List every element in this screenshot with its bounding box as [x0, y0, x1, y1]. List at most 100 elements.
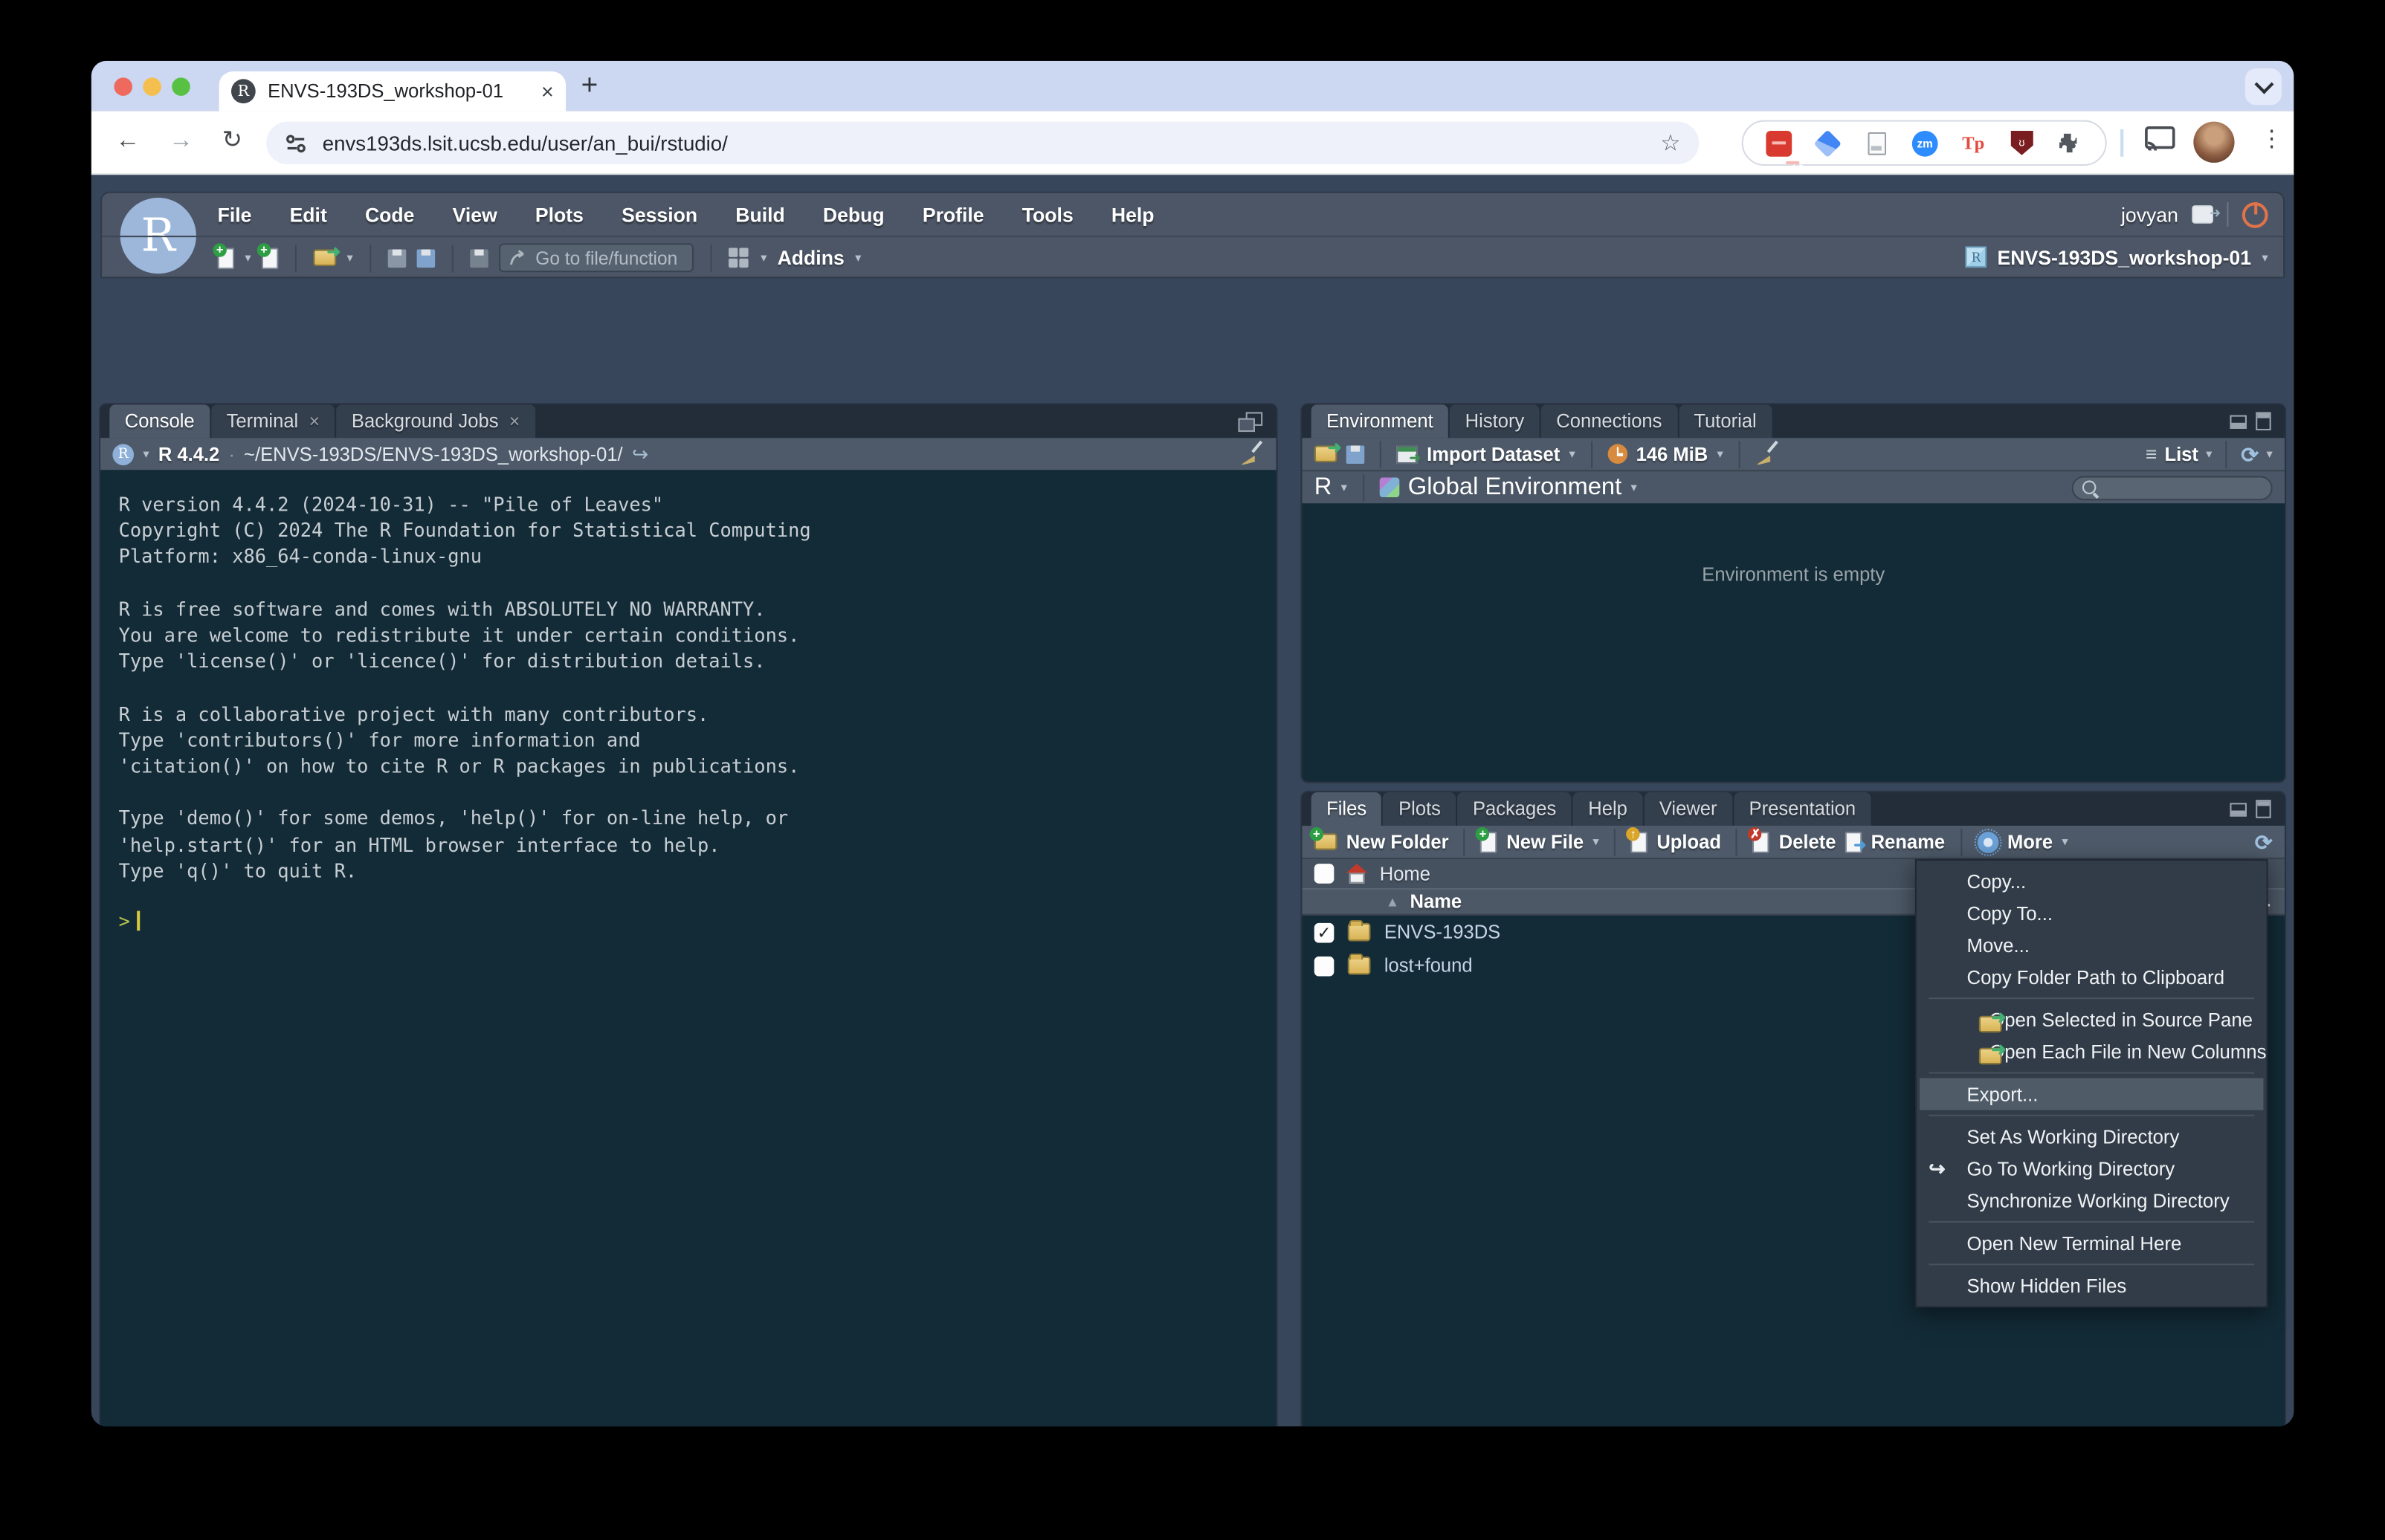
load-workspace-icon[interactable]: ➜ — [1314, 445, 1337, 462]
tab-presentation[interactable]: Presentation — [1734, 792, 1871, 826]
r-session-icon[interactable]: R — [112, 443, 134, 465]
zoom-extension-icon[interactable]: zm — [1912, 130, 1938, 156]
cast-icon[interactable] — [2145, 126, 2175, 152]
bookmark-star-icon[interactable]: ☆ — [1660, 129, 1681, 157]
delete-icon[interactable]: ✗ — [1753, 831, 1770, 852]
file-name[interactable]: lost+found — [1384, 955, 1473, 977]
tab-history[interactable]: History — [1450, 404, 1540, 438]
close-window-button[interactable] — [114, 77, 132, 96]
menu-item-synchronize-working-directory[interactable]: Synchronize Working Directory — [1917, 1185, 2267, 1217]
save-all-icon[interactable] — [417, 249, 436, 268]
sort-ascending-icon[interactable]: ▲ — [1386, 894, 1399, 909]
project-selector[interactable]: ENVS-193DS_workshop-01 — [1998, 245, 2251, 268]
menu-item-copy-folder-path[interactable]: Copy Folder Path to Clipboard — [1917, 961, 2267, 993]
new-file-icon[interactable]: + — [218, 247, 235, 268]
more-caret[interactable]: ▾ — [2062, 835, 2068, 848]
list-view-icon[interactable]: ≡ — [2146, 442, 2158, 465]
import-dataset-icon[interactable] — [1396, 444, 1418, 463]
menu-item-show-hidden-files[interactable]: Show Hidden Files — [1917, 1269, 2267, 1301]
tab-connections[interactable]: Connections — [1541, 404, 1677, 438]
ublock-extension-icon[interactable]: ʊ — [2009, 130, 2035, 156]
extensions-puzzle-icon[interactable] — [2057, 131, 2082, 155]
open-file-caret[interactable]: ▾ — [347, 251, 353, 265]
close-icon[interactable]: × — [309, 410, 320, 432]
select-all-checkbox[interactable]: ✓ — [1314, 864, 1334, 884]
file-checkbox[interactable]: ✓ — [1314, 922, 1334, 942]
tab-close-icon[interactable]: × — [541, 80, 554, 102]
tab-background-jobs[interactable]: Background Jobs× — [336, 404, 535, 438]
r-session-caret[interactable]: ▾ — [143, 447, 149, 461]
menu-build[interactable]: Build — [735, 203, 784, 226]
new-project-icon[interactable]: + — [262, 247, 279, 268]
new-file-icon[interactable]: + — [1481, 831, 1498, 852]
tab-terminal[interactable]: Terminal× — [211, 404, 335, 438]
new-folder-icon[interactable]: + — [1314, 833, 1337, 850]
maximize-window-button[interactable] — [172, 77, 190, 96]
import-dataset-button[interactable]: Import Dataset — [1427, 443, 1560, 465]
browser-menu-icon[interactable]: ⋮ — [2260, 125, 2283, 152]
new-file-button[interactable]: New File — [1506, 831, 1584, 852]
menu-item-open-each-file[interactable]: ➜Open Each File in New Columns — [1917, 1035, 2267, 1067]
menu-item-copy[interactable]: Copy... — [1917, 865, 2267, 897]
address-bar[interactable]: envs193ds.lsit.ucsb.edu/user/an_bui/rstu… — [266, 122, 1699, 164]
maximize-pane-icon[interactable] — [2256, 412, 2271, 430]
forward-button[interactable]: → — [169, 126, 193, 157]
language-caret[interactable]: ▾ — [1341, 481, 1347, 494]
menu-item-export[interactable]: Export... — [1920, 1078, 2263, 1110]
save-icon[interactable] — [388, 249, 407, 268]
menu-item-move[interactable]: Move... — [1917, 929, 2267, 961]
tab-viewer[interactable]: Viewer — [1644, 792, 1732, 826]
tab-files[interactable]: Files — [1311, 792, 1382, 826]
home-icon[interactable] — [1346, 864, 1368, 883]
tab-packages[interactable]: Packages — [1457, 792, 1571, 826]
menu-item-open-selected[interactable]: ➜Open Selected in Source Pane — [1917, 1003, 2267, 1035]
menu-view[interactable]: View — [453, 203, 497, 226]
file-name[interactable]: ENVS-193DS — [1384, 922, 1500, 943]
restore-pane-icon[interactable] — [1238, 412, 1262, 432]
url-text[interactable]: envs193ds.lsit.ucsb.edu/user/an_bui/rstu… — [323, 132, 1661, 155]
environment-scope-selector[interactable]: Global Environment — [1408, 473, 1621, 501]
tab-console[interactable]: Console — [109, 404, 210, 438]
new-file-caret[interactable]: ▾ — [245, 251, 251, 265]
scope-caret[interactable]: ▾ — [1631, 481, 1637, 494]
language-selector[interactable]: R — [1314, 473, 1332, 501]
goto-file-function-box[interactable]: Go to file/function — [499, 243, 694, 272]
more-gear-icon[interactable] — [1977, 831, 1998, 852]
drive-extension-icon[interactable] — [1815, 130, 1841, 156]
back-button[interactable]: ← — [115, 126, 140, 157]
menu-file[interactable]: File — [218, 203, 252, 226]
rename-button[interactable]: Rename — [1871, 831, 1946, 852]
working-directory-path[interactable]: ~/ENVS-193DS/ENVS-193DS_workshop-01/ — [244, 443, 623, 465]
close-icon[interactable]: × — [509, 410, 520, 432]
memory-usage-label[interactable]: 146 MiB — [1636, 443, 1708, 465]
menu-item-open-new-terminal[interactable]: Open New Terminal Here — [1917, 1227, 2267, 1259]
open-directory-icon[interactable]: ↪ — [632, 441, 648, 466]
tab-environment[interactable]: Environment — [1311, 404, 1449, 438]
console-output[interactable]: R version 4.4.2 (2024-10-31) -- "Pile of… — [100, 470, 1277, 1426]
more-button[interactable]: More — [2007, 831, 2053, 852]
maximize-pane-icon[interactable] — [2256, 800, 2271, 818]
open-file-icon[interactable]: ➜ — [314, 250, 337, 267]
tab-help[interactable]: Help — [1573, 792, 1643, 826]
reload-button[interactable]: ↻ — [222, 126, 242, 157]
refresh-files-icon[interactable]: ⟳ — [2255, 831, 2273, 852]
minimize-pane-icon[interactable] — [2230, 802, 2247, 815]
upload-icon[interactable]: ↑ — [1631, 831, 1648, 852]
breadcrumb-home[interactable]: Home — [1380, 863, 1430, 884]
memory-usage-icon[interactable] — [1607, 444, 1627, 464]
tab-tutorial[interactable]: Tutorial — [1679, 404, 1772, 438]
menu-edit[interactable]: Edit — [290, 203, 327, 226]
list-view-label[interactable]: List — [2164, 443, 2198, 465]
menu-item-copy-to[interactable]: Copy To... — [1917, 897, 2267, 929]
rename-icon[interactable]: ➜ — [1845, 831, 1862, 852]
logout-icon[interactable] — [2192, 205, 2213, 224]
menu-code[interactable]: Code — [365, 203, 414, 226]
menu-plots[interactable]: Plots — [535, 203, 584, 226]
tab-search-button[interactable] — [2245, 68, 2282, 105]
addins-caret[interactable]: ▾ — [855, 251, 861, 265]
pane-layout-icon[interactable] — [729, 247, 750, 268]
list-view-caret[interactable]: ▾ — [2206, 447, 2212, 461]
menu-profile[interactable]: Profile — [923, 203, 984, 226]
minimize-pane-icon[interactable] — [2230, 415, 2247, 428]
file-checkbox[interactable]: ✓ — [1314, 956, 1334, 976]
